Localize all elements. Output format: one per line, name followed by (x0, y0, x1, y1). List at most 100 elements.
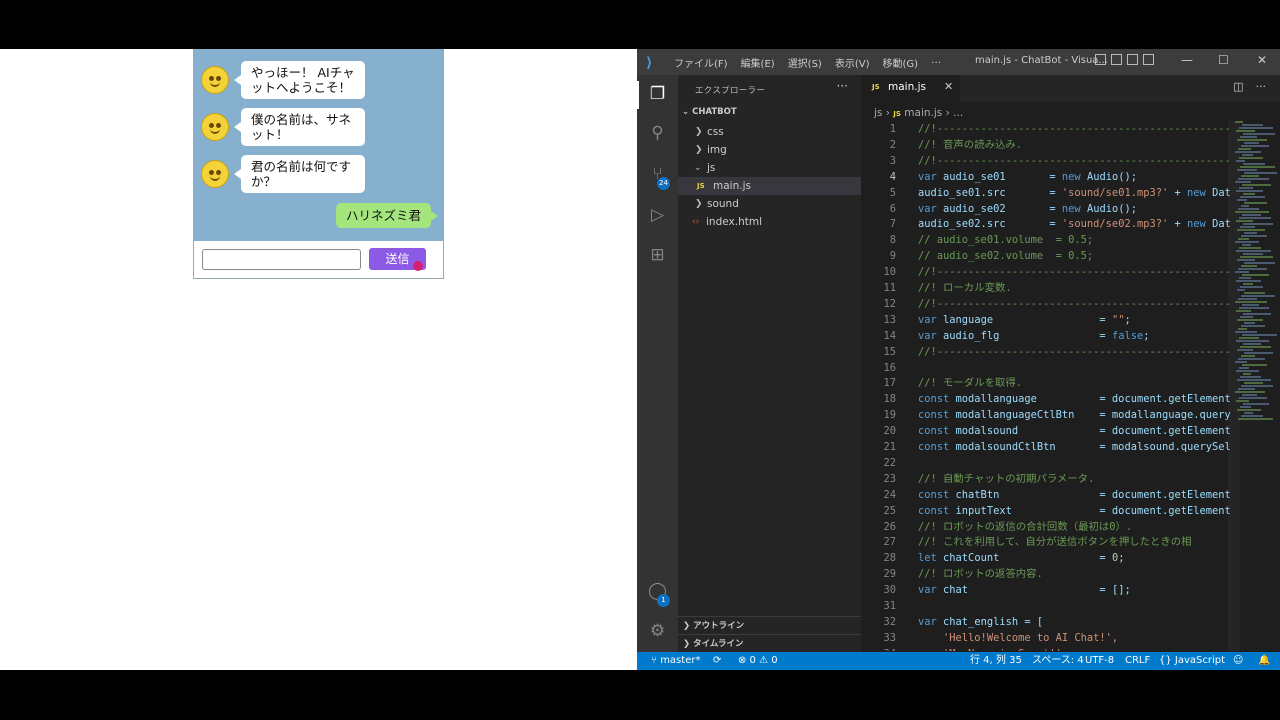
problems-status[interactable]: ⊗ 0 ⚠ 0 (738, 652, 778, 670)
breadcrumb-item[interactable]: main.js (904, 107, 942, 119)
code-line[interactable]: 12 //!-----------------------------------… (861, 296, 1231, 312)
cursor-position[interactable]: 行 4, 列 35 (970, 652, 1022, 670)
toggle-sidebar-icon[interactable] (1095, 54, 1106, 65)
toggle-panel-icon[interactable] (1111, 54, 1122, 65)
outline-section[interactable]: ❯ アウトライン (678, 616, 861, 634)
language-mode[interactable]: {} JavaScript (1159, 652, 1225, 670)
javascript-file-icon: JS (872, 83, 880, 91)
code-line[interactable]: 19 const modallanguageCtlBtn = modallangu… (861, 407, 1231, 423)
code-line[interactable]: 17 //! モーダルを取得. (861, 375, 1231, 391)
vscode-logo-icon: ⟩ (646, 55, 653, 71)
code-text: //!-------------------------------------… (918, 154, 1231, 167)
extensions-icon[interactable]: ⊞ (647, 245, 668, 266)
menu-selection[interactable]: 選択(S) (788, 55, 822, 70)
code-line[interactable]: 32 var chat_english = [ (861, 614, 1231, 630)
line-number: 26 (883, 520, 896, 533)
minimap-line (1242, 274, 1269, 276)
code-text: let chatCount = 0; (918, 552, 1125, 565)
minimap[interactable] (1231, 121, 1277, 421)
chevron-right-icon: ❯ (683, 621, 694, 631)
code-line[interactable]: 34 'My Name is Sanet!', (861, 646, 1231, 651)
code-text: //! 自動チャットの初期パラメータ. (918, 472, 1095, 485)
code-line[interactable]: 3 //!------------------------------------… (861, 153, 1231, 169)
code-line[interactable]: 6 var audio_se02 = new Audio(); (861, 201, 1231, 217)
code-line[interactable]: 2 //! 音声の読み込み. (861, 137, 1231, 153)
code-line[interactable]: 10 //!-----------------------------------… (861, 264, 1231, 280)
code-line[interactable]: 21 const modalsoundCtlBtn = modalsound.qu… (861, 439, 1231, 455)
toggle-secondary-sidebar-icon[interactable] (1127, 54, 1138, 65)
more-actions-icon[interactable]: ··· (837, 79, 848, 93)
encoding[interactable]: UTF-8 (1085, 652, 1114, 670)
menu-file[interactable]: ファイル(F) (674, 55, 728, 70)
minimap-line (1241, 175, 1259, 177)
breadcrumb-item[interactable]: js (874, 107, 882, 119)
code-line[interactable]: 23 //! 自動チャットの初期パラメータ. (861, 471, 1231, 487)
code-line[interactable]: 15 //!-----------------------------------… (861, 344, 1231, 360)
search-icon[interactable]: ⚲ (647, 123, 668, 144)
menu-more[interactable]: … (931, 55, 941, 70)
close-icon[interactable]: ✕ (1257, 53, 1267, 67)
code-line[interactable]: 20 const modalsound = document.getElement (861, 423, 1231, 439)
code-line[interactable]: 14 var audio_flg = false; (861, 328, 1231, 344)
settings-gear-icon[interactable]: ⚙ (647, 621, 668, 642)
maximize-icon[interactable]: ☐ (1218, 53, 1229, 67)
code-line[interactable]: 31 (861, 598, 1231, 614)
tree-item-sound[interactable]: ❯ sound (678, 195, 861, 213)
tree-item-main-js[interactable]: JS main.js (678, 177, 861, 195)
braces-icon: {} (1159, 655, 1175, 666)
run-debug-icon[interactable]: ▷ (647, 205, 668, 226)
code-line[interactable]: 24 const chatBtn = document.getElement (861, 487, 1231, 503)
sync-icon[interactable]: ⟳ (713, 652, 721, 670)
code-line[interactable]: 4 var audio_se01 = new Audio(); (861, 169, 1231, 185)
minimize-icon[interactable]: — (1181, 53, 1193, 67)
code-line[interactable]: 33 'Hello!Welcome to AI Chat!', (861, 630, 1231, 646)
explorer-title: エクスプローラー (695, 86, 766, 96)
code-line[interactable]: 25 const inputText = document.getElement (861, 503, 1231, 519)
code-line[interactable]: 22 (861, 455, 1231, 471)
close-tab-icon[interactable]: ✕ (944, 80, 953, 93)
code-line[interactable]: 8 // audio_se01.volume = 0.5; (861, 232, 1231, 248)
code-line[interactable]: 13 var language = ""; (861, 312, 1231, 328)
code-line[interactable]: 30 var chat = []; (861, 582, 1231, 598)
notifications-bell-icon[interactable]: 🔔 (1258, 652, 1270, 670)
customize-layout-icon[interactable] (1143, 54, 1154, 65)
explorer-icon[interactable]: ❐ (647, 84, 668, 105)
menu-go[interactable]: 移動(G) (883, 55, 919, 70)
tab-main-js[interactable]: JS main.js ✕ (861, 75, 960, 102)
code-line[interactable]: 11 //! ローカル変数. (861, 280, 1231, 296)
code-text: const modallanguageCtlBtn = modallanguag… (918, 409, 1231, 422)
breadcrumb: js › JS main.js › ... (874, 107, 963, 119)
branch-status[interactable]: ⑂ master* (651, 652, 700, 670)
breadcrumb-item[interactable]: ... (953, 107, 963, 119)
code-text: //!-------------------------------------… (918, 123, 1231, 135)
code-line[interactable]: 16 (861, 360, 1231, 376)
code-line[interactable]: 5 audio_se01.src = 'sound/se01.mp3?' + ne… (861, 185, 1231, 201)
code-line[interactable]: 7 audio_se02.src = 'sound/se02.mp3?' + ne… (861, 216, 1231, 232)
code-line[interactable]: 28 let chatCount = 0; (861, 550, 1231, 566)
minimap-line (1241, 355, 1255, 357)
menu-view[interactable]: 表示(V) (835, 55, 870, 70)
code-line[interactable]: 1 //!------------------------------------… (861, 121, 1231, 137)
code-line[interactable]: 29 //! ロボットの返答内容. (861, 566, 1231, 582)
minimap-line (1239, 187, 1253, 189)
code-editor[interactable]: 1 //!------------------------------------… (861, 121, 1231, 651)
folder-header[interactable]: ⌄ CHATBOT (682, 107, 737, 117)
chat-input[interactable] (202, 249, 361, 270)
minimap-line (1244, 382, 1263, 384)
line-ending[interactable]: CRLF (1125, 652, 1150, 670)
timeline-section[interactable]: ❯ タイムライン (678, 634, 861, 652)
menu-edit[interactable]: 編集(E) (741, 55, 775, 70)
bot-message: 僕の名前は、サネット！ (201, 108, 365, 146)
code-line[interactable]: 9 // audio_se02.volume = 0.5; (861, 248, 1231, 264)
more-actions-icon[interactable]: ··· (1256, 80, 1267, 93)
tree-item-css[interactable]: ❯ css (678, 123, 861, 141)
tree-item-index-html[interactable]: ‹› index.html (678, 213, 861, 231)
code-line[interactable]: 27 //! これを利用して、自分が送信ボタンを押したときの相 (861, 534, 1231, 550)
tree-item-js[interactable]: ⌄ js (678, 159, 861, 177)
code-line[interactable]: 26 //! ロボットの返信の合計回数（最初は0）. (861, 519, 1231, 535)
code-line[interactable]: 18 const modallanguage = document.getElem… (861, 391, 1231, 407)
feedback-icon[interactable]: ☺ (1233, 652, 1243, 670)
tree-item-img[interactable]: ❯ img (678, 141, 861, 159)
split-editor-icon[interactable]: ◫ (1233, 80, 1243, 93)
indentation[interactable]: スペース: 4 (1032, 652, 1084, 670)
